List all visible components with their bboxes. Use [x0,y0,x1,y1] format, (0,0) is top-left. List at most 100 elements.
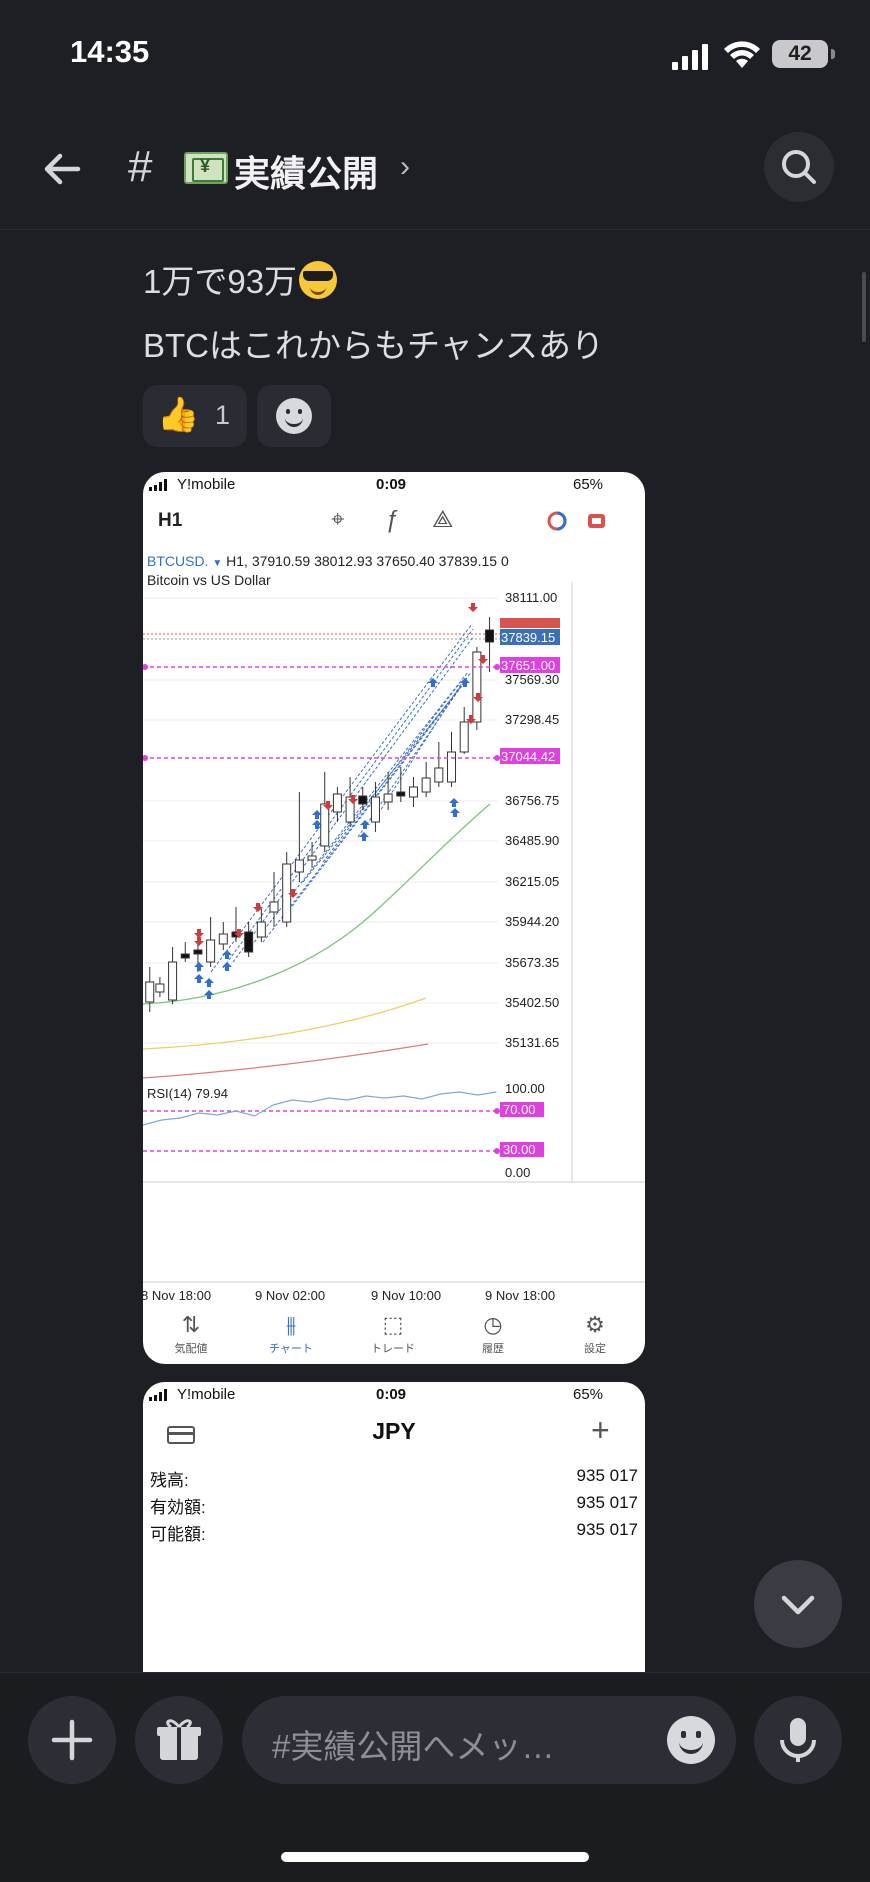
gift-icon [157,1719,201,1760]
buy-arrow-icon [359,832,369,841]
nav-history[interactable]: ◷ 履歴 [453,1310,533,1356]
chevron-right-icon[interactable]: › [400,150,410,184]
buy-arrow-icon [360,820,370,829]
price-tick-label: 35131.65 [505,1035,559,1050]
scrollbar[interactable] [862,272,866,342]
candle-bullish [408,786,418,798]
function-icon: ƒ [385,506,399,533]
voice-message-button[interactable] [754,1696,842,1784]
home-indicator [281,1852,589,1862]
screenshot-time: 0:09 [376,1386,407,1403]
price-tick-label: 37569.30 [505,672,559,687]
rsi-tick-label: 100.00 [505,1081,545,1096]
rsi-label: RSI(14) 79.94 [147,1086,228,1101]
add-attachment-button[interactable] [28,1696,116,1784]
ohlc-values: H1, 37910.59 38012.93 37650.40 37839.15 … [226,553,509,569]
nav-chart[interactable]: ⫵ チャート [251,1310,331,1356]
candle-bearish [358,795,368,805]
rsi-tick-label: 0.00 [505,1165,530,1180]
screenshot-status-bar: Y!mobile 0:09 65% [143,1382,645,1406]
attachment-chart-screenshot[interactable]: Y!mobile 0:09 65% H1 ⌖ ƒ ⟁ BTCUSD. ▼ H1,… [143,472,645,1364]
nav-label: 履歴 [482,1343,504,1355]
candles-icon: ⫵ [285,1312,297,1337]
level-handle [494,664,500,670]
gear-icon: ⚙ [585,1312,605,1337]
sunglasses-face-icon [299,261,338,299]
row-value: 935 017 [576,1466,638,1485]
buy-arrow-icon [450,808,460,817]
search-icon [782,150,816,184]
add-reaction-button[interactable] [257,385,331,447]
buy-arrow-icon [204,990,214,999]
screenshot-battery: 65% [573,476,604,493]
carrier-label: Y!mobile [177,1386,236,1403]
time-tick-label: 9 Nov 18:00 [485,1288,555,1303]
screenshot-time: 0:09 [376,476,407,493]
candle-bullish [447,751,457,783]
candle-bullish [332,793,342,813]
ma-red-line [143,1043,429,1079]
time-tick-label: 8 Nov 18:00 [143,1288,211,1303]
arrows-updown-icon: ⇅ [181,1312,201,1337]
status-bar: 14:35 42 [0,0,870,110]
message-text: 1万で93万 [143,263,298,300]
buy-arrow-icon [428,678,438,687]
search-button[interactable] [764,132,834,202]
signal-icon [149,479,167,491]
wifi-icon [724,41,760,68]
time-tick-label: 9 Nov 10:00 [371,1288,441,1303]
nav-quotes[interactable]: ⇅ 気配値 [151,1310,231,1356]
channel-title[interactable]: 実績公開 [234,145,378,197]
emoji-picker-icon[interactable] [667,1716,715,1764]
screenshot-status-bar: Y!mobile 0:09 65% [143,472,645,496]
carrier-label: Y!mobile [177,476,236,493]
candle-bearish [180,953,190,959]
price-tick-label: 36756.75 [505,793,559,808]
reaction-count: 1 [215,400,231,430]
candle-bullish [256,921,266,938]
candle-bearish [244,931,254,953]
candle-bullish [370,796,380,823]
cellular-signal-icon [672,44,708,70]
price-tick-label: 36215.05 [505,874,559,889]
level-handle [494,1108,500,1114]
candle-bullish [434,767,444,783]
row-label: 有効額: [150,1498,206,1517]
candle-bullish [421,777,431,793]
candle-bullish [145,981,155,1003]
sell-arrow-icon [194,937,204,946]
nav-settings[interactable]: ⚙ 設定 [555,1310,635,1356]
battery-nub [831,49,835,59]
buy-arrow-icon [204,978,214,987]
time-tick-label: 9 Nov 02:00 [255,1288,325,1303]
price-tick-label: 38111.00 [505,590,557,605]
row-label: 可能額: [150,1525,206,1544]
price-tick-label: 37839.15 [501,630,555,645]
buy-arrow-icon [194,974,204,983]
reaction-thumbs-up[interactable]: 👍 1 [143,385,247,447]
gift-button[interactable] [135,1696,223,1784]
candle-bearish [193,949,203,955]
price-chart[interactable]: 38111.00 37839.15 37651.0037569.30 37298.45… [143,582,645,1312]
price-tick-label: 35944.20 [505,914,559,929]
thumbs-up-icon: 👍 [157,396,200,434]
candle-bullish [383,793,393,803]
nav-trade[interactable]: ⬚ トレード [353,1310,433,1356]
scroll-to-bottom-button[interactable] [754,1560,842,1648]
candle-bullish [206,939,216,963]
level-handle [143,755,148,761]
chart-toggle-icon [547,511,605,531]
candle-bullish [218,933,228,945]
price-tick-label: 37298.45 [505,712,559,727]
candle-bullish [155,983,165,993]
attachment-account-screenshot[interactable]: Y!mobile 0:09 65% JPY + 残高: 935 017 有効額:… [143,1382,645,1672]
channel-header: # 実績公開 › [0,110,870,230]
row-label: 残高: [150,1471,189,1490]
message-line: BTCはこれからもチャンスあり [143,327,605,364]
ma-yellow-line [143,997,427,1050]
candle-bullish [269,901,279,913]
back-arrow-icon[interactable] [38,144,88,194]
message-input[interactable]: #実績公開へメッ… [242,1696,736,1784]
history-clock-icon: ◷ [483,1312,503,1337]
nav-label: チャート [269,1343,313,1355]
